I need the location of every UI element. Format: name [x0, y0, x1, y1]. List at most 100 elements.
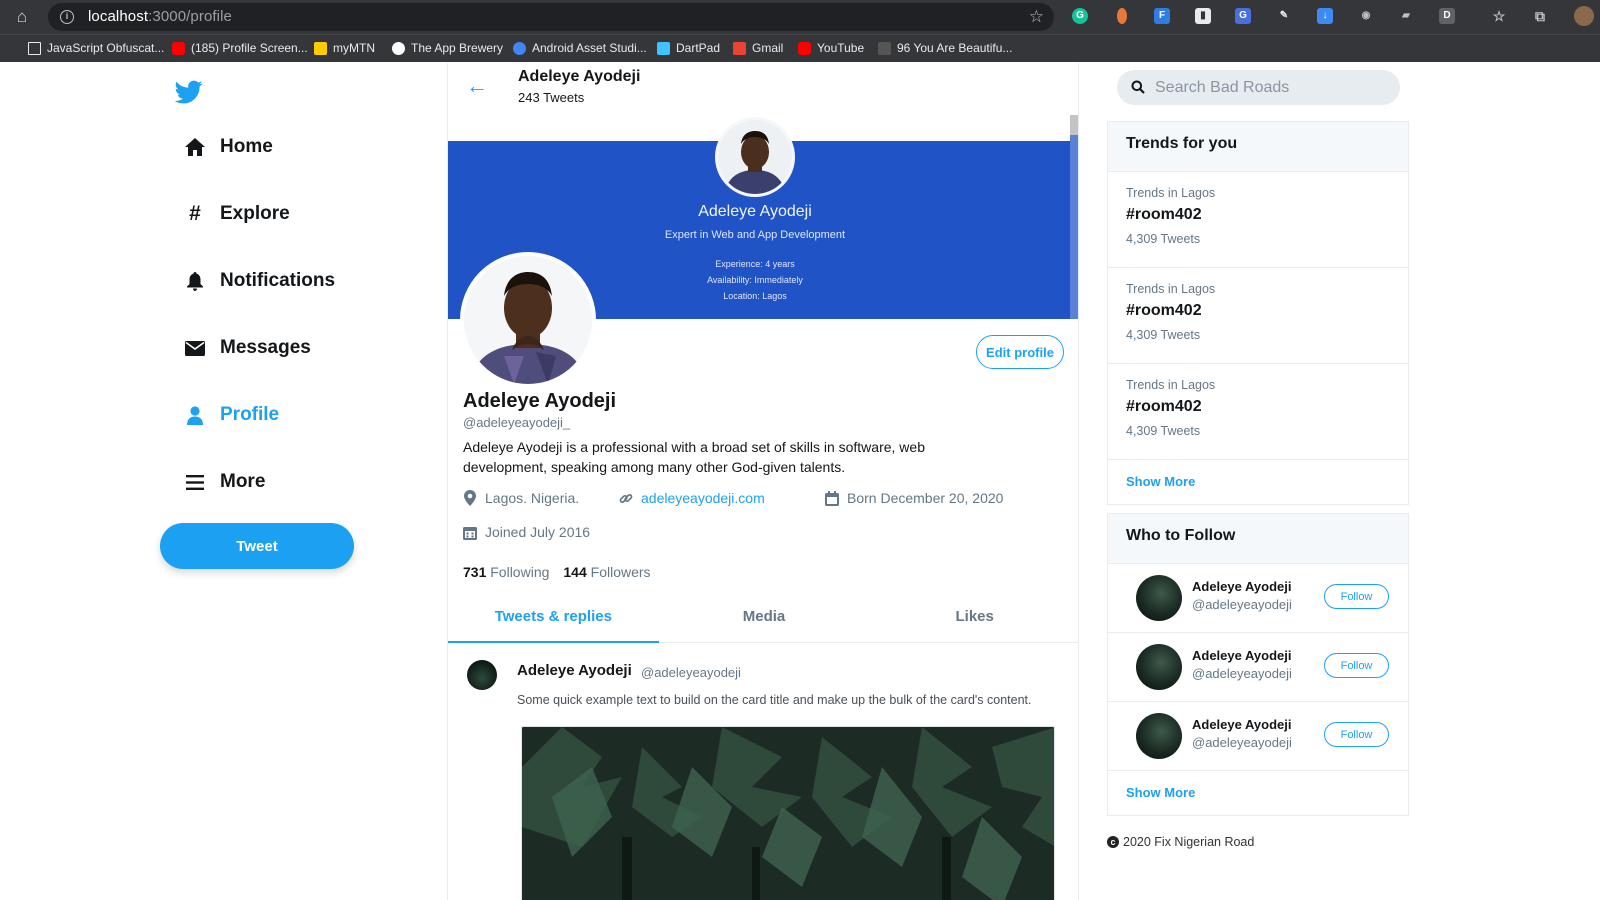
follow-suggestion[interactable]: Adeleye Ayodeji @adeleyeayodeji Follow: [1108, 702, 1408, 771]
trend-tag[interactable]: #room402: [1126, 206, 1390, 224]
tab-likes[interactable]: Likes: [869, 591, 1078, 642]
user-icon: [184, 404, 206, 426]
bookmarks-bar: JavaScript Obfuscat... (185) Profile Scr…: [0, 34, 1600, 62]
tweet-avatar[interactable]: [467, 660, 497, 690]
edit-profile-button[interactable]: Edit profile: [976, 335, 1064, 369]
nav-item-notifications[interactable]: Notifications: [184, 270, 335, 292]
home-icon: [184, 136, 206, 158]
bookmark-item[interactable]: Gmail: [733, 41, 783, 55]
trend-item[interactable]: Trends in Lagos #room402 4,309 Tweets: [1108, 172, 1408, 268]
suggestion-name[interactable]: Adeleye Ayodeji: [1192, 579, 1291, 594]
extension-icon[interactable]: ✎: [1276, 8, 1292, 24]
profile-header: ← Adeleye Ayodeji 243 Tweets: [448, 63, 1078, 115]
calendar-icon: [825, 490, 839, 506]
trends-show-more[interactable]: Show More: [1108, 460, 1408, 504]
nav-item-home[interactable]: Home: [184, 136, 273, 158]
reading-list-icon[interactable]: ☆: [1491, 8, 1507, 24]
bookmark-item[interactable]: The App Brewery: [392, 41, 503, 55]
grammarly-extension-icon[interactable]: G: [1072, 8, 1088, 24]
tweet-item[interactable]: Adeleye Ayodeji @adeleyeayodeji Some qui…: [448, 644, 1078, 900]
address-bar[interactable]: i localhost:3000/profile ☆: [48, 3, 1054, 31]
browser-toolbar: ⌂ i localhost:3000/profile ☆ G F ▮ G ✎ ↓…: [0, 0, 1600, 34]
bookmark-item[interactable]: JavaScript Obfuscat...: [28, 41, 164, 55]
trend-location: Trends in Lagos: [1126, 378, 1216, 392]
suggestion-avatar[interactable]: [1136, 713, 1182, 759]
trend-item[interactable]: Trends in Lagos #room402 4,309 Tweets: [1108, 364, 1408, 460]
bookmark-item[interactable]: Android Asset Studi...: [513, 41, 647, 55]
gmail-icon: [733, 41, 746, 55]
bookmark-item[interactable]: 96 You Are Beautifu...: [878, 41, 1012, 55]
follow-button[interactable]: Follow: [1324, 653, 1389, 678]
follow-button[interactable]: Follow: [1324, 722, 1389, 747]
trend-tag[interactable]: #room402: [1126, 398, 1390, 416]
extension-icon[interactable]: F: [1154, 8, 1170, 24]
extension-icon[interactable]: D: [1439, 8, 1455, 24]
app-root: Home # Explore Notifications Messages Pr…: [0, 63, 1600, 900]
followers-link[interactable]: 144 Followers: [563, 564, 650, 580]
translate-extension-icon[interactable]: G: [1235, 8, 1251, 24]
profile-column: ← Adeleye Ayodeji 243 Tweets Adeleye Ayo…: [447, 63, 1079, 900]
bookmark-item[interactable]: DartPad: [657, 41, 720, 55]
tweet-image[interactable]: [521, 726, 1055, 900]
hashtag-icon: #: [189, 202, 201, 225]
twitter-logo-icon[interactable]: [174, 78, 204, 106]
extension-icon[interactable]: ▮: [1195, 8, 1211, 24]
nav-item-more[interactable]: More: [184, 471, 265, 493]
profile-avatar[interactable]: [460, 252, 596, 388]
banner-scrollbar[interactable]: [1070, 115, 1078, 319]
footer: c 2020 Fix Nigerian Road: [1107, 835, 1254, 849]
camera-extension-icon[interactable]: ◉: [1358, 8, 1374, 24]
bookmark-star-icon[interactable]: ☆: [1029, 7, 1044, 27]
nav-item-profile[interactable]: Profile: [184, 404, 279, 426]
tweet-button[interactable]: Tweet: [160, 523, 354, 569]
profile-name: Adeleye Ayodeji: [463, 390, 617, 412]
tweet-author-name[interactable]: Adeleye Ayodeji: [517, 662, 632, 679]
collections-icon[interactable]: ⧉: [1532, 8, 1548, 24]
tab-tweets-replies[interactable]: Tweets & replies: [448, 591, 659, 643]
download-extension-icon[interactable]: ↓: [1317, 8, 1333, 24]
trends-title: Trends for you: [1108, 122, 1408, 172]
bookmark-item[interactable]: myMTN: [314, 41, 375, 55]
nav-item-messages[interactable]: Messages: [184, 337, 311, 359]
trend-location: Trends in Lagos: [1126, 282, 1216, 296]
dart-icon: [657, 41, 670, 55]
suggestion-handle: @adeleyeayodeji: [1192, 666, 1292, 681]
suggestion-avatar[interactable]: [1136, 575, 1182, 621]
bookmark-item[interactable]: YouTube: [798, 41, 864, 55]
calendar-icon: [463, 524, 477, 540]
extension-icon[interactable]: [1117, 8, 1127, 24]
suggestion-avatar[interactable]: [1136, 644, 1182, 690]
follow-button[interactable]: Follow: [1324, 584, 1389, 609]
trend-count: 4,309 Tweets: [1126, 424, 1201, 438]
suggestion-name[interactable]: Adeleye Ayodeji: [1192, 648, 1291, 663]
browser-home-icon[interactable]: ⌂: [12, 7, 32, 27]
trend-item[interactable]: Trends in Lagos #room402 4,309 Tweets: [1108, 268, 1408, 364]
header-name: Adeleye Ayodeji: [518, 68, 641, 85]
scrollbar-thumb[interactable]: [1070, 115, 1078, 135]
profile-bio: Adeleye Ayodeji is a professional with a…: [463, 439, 925, 475]
suggestion-handle: @adeleyeayodeji: [1192, 735, 1292, 750]
mtn-icon: [314, 41, 327, 55]
following-link[interactable]: 731 Following: [463, 564, 549, 580]
trend-tag[interactable]: #room402: [1126, 302, 1390, 320]
back-arrow-icon[interactable]: ←: [466, 73, 488, 99]
follow-suggestion[interactable]: Adeleye Ayodeji @adeleyeayodeji Follow: [1108, 564, 1408, 633]
nav-label: Notifications: [220, 270, 336, 291]
bookmark-item[interactable]: (185) Profile Screen...: [172, 41, 308, 55]
search-box[interactable]: [1117, 70, 1400, 105]
profile-website[interactable]: adeleyeayodeji.com: [619, 490, 765, 506]
nav-item-explore[interactable]: # Explore: [184, 202, 290, 225]
follow-suggestion[interactable]: Adeleye Ayodeji @adeleyeayodeji Follow: [1108, 633, 1408, 702]
follow-show-more[interactable]: Show More: [1108, 771, 1408, 815]
site-info-icon[interactable]: i: [60, 10, 74, 24]
tweet-author-handle[interactable]: @adeleyeayodeji: [641, 665, 741, 680]
suggestion-name[interactable]: Adeleye Ayodeji: [1192, 717, 1291, 732]
extension-icon[interactable]: ▰: [1398, 8, 1414, 24]
profile-tabs: Tweets & replies Media Likes: [448, 591, 1078, 643]
trend-count: 4,309 Tweets: [1126, 232, 1201, 246]
url-text[interactable]: localhost:3000/profile: [88, 8, 232, 25]
tab-media[interactable]: Media: [659, 591, 870, 642]
profile-avatar-icon[interactable]: [1574, 6, 1594, 26]
website-link[interactable]: adeleyeayodeji.com: [641, 490, 765, 506]
search-input[interactable]: [1155, 70, 1395, 105]
